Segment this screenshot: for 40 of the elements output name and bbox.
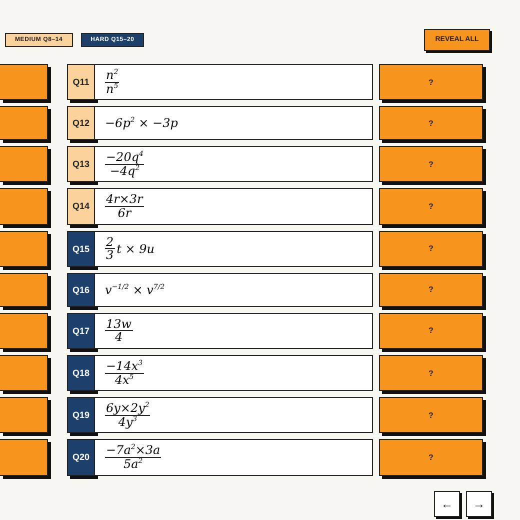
answer-card xyxy=(0,354,48,392)
question-label: Q12 xyxy=(67,106,95,140)
reveal-answer-button[interactable]: ? xyxy=(379,106,483,140)
fraction: n$^{2}$ n$^{5}$ xyxy=(105,69,120,96)
reveal-answer-button[interactable]: ? xyxy=(379,354,483,392)
question-label: Q19 xyxy=(67,397,95,434)
page-button[interactable]: ← xyxy=(434,490,460,516)
question-label: Q17 xyxy=(67,312,95,349)
reveal-answer-button[interactable]: ? xyxy=(379,188,483,225)
fraction: 6y×2y$^{2}$ 4y$^{3}$ xyxy=(105,402,150,428)
question-label: Q13 xyxy=(67,146,95,182)
math-expression: v$^{−1/2}$ × v$^{7/2}$ xyxy=(105,282,165,297)
page-button[interactable]: → xyxy=(466,490,492,516)
question-label: Q11 xyxy=(67,64,95,100)
answer-card xyxy=(0,106,48,140)
reveal-answer-button[interactable]: ? xyxy=(379,312,483,349)
fraction: −20q$^{4}$ −4q$^{2}$ xyxy=(105,151,144,178)
question-label: Q15 xyxy=(67,230,95,267)
question-label: Q14 xyxy=(67,188,95,225)
fraction: 4r×3r 6r xyxy=(105,193,144,220)
reveal-answer-button[interactable]: ? xyxy=(379,230,483,267)
reveal-answer-button[interactable]: ? xyxy=(379,64,483,100)
fraction: 2 3 xyxy=(105,236,115,262)
fraction: −14x$^{3}$ 4x$^{5}$ xyxy=(105,360,144,386)
question-label: Q18 xyxy=(67,354,95,392)
answer-card xyxy=(0,188,48,225)
question-label: Q16 xyxy=(67,272,95,307)
answer-card xyxy=(0,397,48,434)
reveal-answer-button[interactable]: ? xyxy=(379,272,483,307)
math-expression: t × 9u xyxy=(116,242,155,256)
fraction: −7a$^{2}$×3a 5a$^{2}$ xyxy=(105,444,162,470)
reveal-answer-button[interactable]: ? xyxy=(379,146,483,182)
answer-card xyxy=(0,64,48,100)
fraction: 13w 4 xyxy=(105,318,133,344)
math-expression: −6p$^{2}$ × −3p xyxy=(105,116,178,130)
reveal-answer-button[interactable]: ? xyxy=(379,397,483,434)
answer-card xyxy=(0,312,48,349)
answer-card xyxy=(0,272,48,307)
answer-card xyxy=(0,230,48,267)
answer-card xyxy=(0,146,48,182)
